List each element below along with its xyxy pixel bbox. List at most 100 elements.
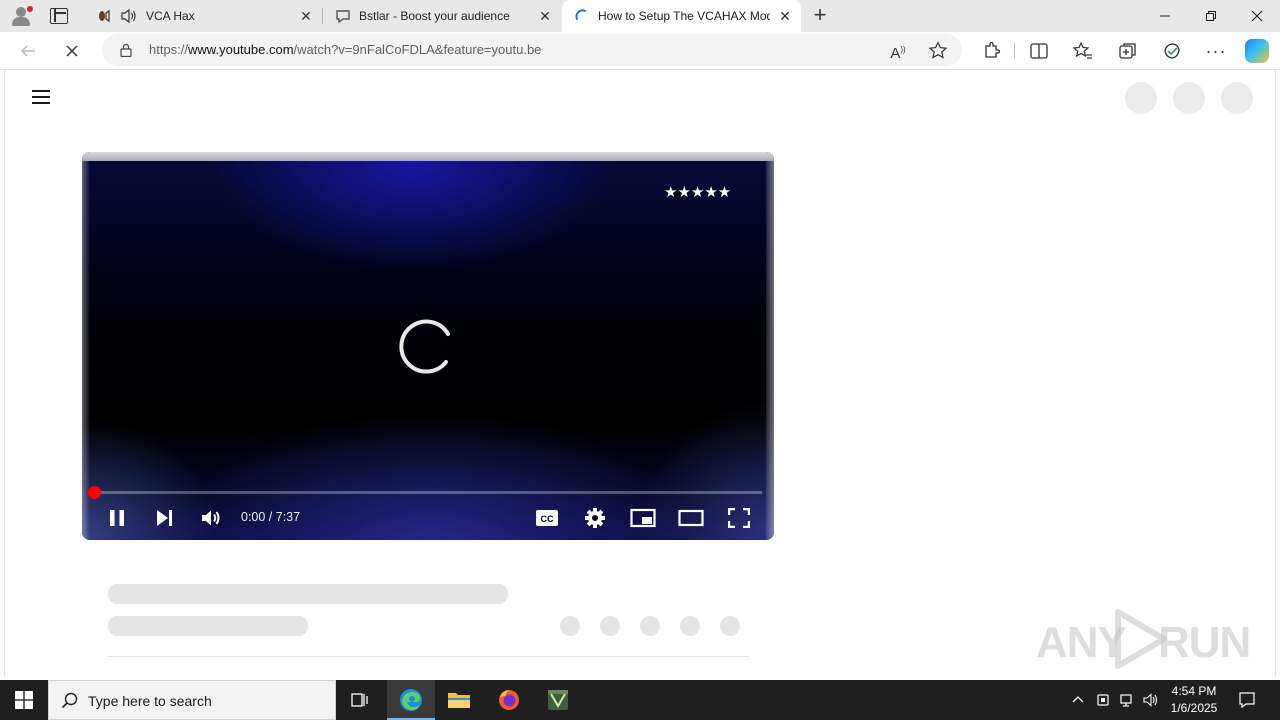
tab-actions-icon[interactable] [50, 8, 68, 24]
progress-scrubber[interactable] [88, 486, 101, 499]
back-button[interactable] [14, 37, 42, 65]
header-placeholder-circle [1173, 82, 1205, 114]
tab-label: Bstlar - Boost your audience [359, 9, 510, 23]
video-frame-edge [82, 161, 90, 540]
close-icon[interactable]: ✕ [298, 8, 314, 24]
folder-icon [448, 693, 470, 708]
task-view-icon [351, 693, 368, 707]
progress-bar[interactable] [94, 491, 762, 494]
toolbar-divider [1014, 43, 1015, 59]
close-icon[interactable]: ✕ [777, 8, 793, 24]
windows-logo-icon [15, 691, 33, 709]
notification-icon[interactable] [1238, 691, 1256, 709]
profile-avatar-icon[interactable] [8, 4, 34, 28]
theater-mode-button[interactable] [677, 504, 705, 532]
tab-vca-hax[interactable]: VCA Hax ✕ [84, 0, 322, 32]
action-skeleton [600, 616, 620, 636]
clock-time: 4:54 PM [1171, 684, 1217, 698]
clock-date: 1/6/2025 [1170, 701, 1218, 715]
read-aloud-icon[interactable]: A)) [888, 41, 908, 62]
captions-button[interactable]: CC [533, 504, 561, 532]
close-icon [66, 45, 78, 57]
video-player[interactable]: ★★★★★ 0:00 / 7:37 CC [82, 152, 774, 540]
next-button[interactable] [150, 504, 178, 532]
minimize-button[interactable] [1142, 0, 1188, 32]
tab-bstlar[interactable]: Bstlar - Boost your audience ✕ [323, 0, 561, 32]
address-bar[interactable]: https://www.youtube.com/watch?v=9nFalCoF… [102, 34, 962, 66]
mute-button[interactable] [197, 504, 225, 532]
loading-spinner-icon [575, 9, 586, 20]
tab-label: VCA Hax [146, 9, 195, 23]
windows-taskbar: Type here to search 4:54 PM 1/6/2025 [0, 680, 1280, 720]
channel-skeleton [108, 616, 308, 636]
tab-strip: VCA Hax ✕ Bstlar - Boost your audience ✕… [0, 0, 1280, 32]
header-placeholder-circle [1125, 82, 1157, 114]
system-clock[interactable]: 4:54 PM 1/6/2025 [1162, 683, 1226, 717]
gear-icon [585, 508, 605, 528]
action-skeleton [720, 616, 740, 636]
browser-essentials-icon[interactable] [1161, 40, 1183, 62]
tab-youtube-video[interactable]: How to Setup The VCAHAX Mod ✕ [562, 0, 801, 32]
theater-mode-icon [678, 509, 704, 527]
split-screen-icon[interactable] [1028, 40, 1050, 62]
title-skeleton [108, 584, 508, 604]
pause-icon [110, 510, 124, 526]
svg-text:CC: CC [541, 514, 554, 524]
search-placeholder: Type here to search [88, 693, 212, 709]
favorite-star-icon[interactable] [928, 41, 948, 59]
content-divider [108, 656, 749, 657]
menu-icon[interactable] [32, 90, 50, 104]
video-frame-edge [766, 161, 774, 540]
volume-icon[interactable] [1143, 692, 1159, 708]
taskbar-file-explorer[interactable] [435, 680, 483, 720]
search-icon [61, 692, 78, 709]
miniplayer-icon [630, 508, 656, 528]
restore-button[interactable] [1188, 0, 1234, 32]
settings-button[interactable] [581, 504, 609, 532]
firefox-icon [499, 690, 519, 710]
collections-icon[interactable] [1117, 40, 1139, 62]
edge-browser-icon [400, 689, 422, 711]
app-icon [548, 690, 568, 710]
restore-icon [1206, 11, 1216, 21]
close-icon [1251, 10, 1263, 22]
taskbar-search-box[interactable]: Type here to search [48, 680, 336, 720]
new-tab-button[interactable]: + [808, 4, 832, 28]
network-icon[interactable] [1119, 692, 1135, 708]
skip-next-icon [157, 510, 172, 526]
minimize-icon [1160, 15, 1170, 17]
closed-captions-icon: CC [536, 510, 558, 526]
favorites-icon[interactable] [1072, 40, 1094, 62]
taskbar-edge[interactable] [387, 680, 435, 720]
extensions-icon[interactable] [980, 40, 1002, 62]
url-text: https://www.youtube.com/watch?v=9nFalCoF… [149, 42, 542, 57]
close-icon[interactable]: ✕ [537, 8, 553, 24]
start-button[interactable] [0, 680, 48, 720]
chevron-up-icon [1072, 696, 1084, 703]
page-viewport: ★★★★★ 0:00 / 7:37 CC [4, 70, 1276, 676]
volume-icon [202, 510, 220, 526]
pause-button[interactable] [103, 504, 131, 532]
task-view-button[interactable] [336, 680, 384, 720]
show-hidden-icons-button[interactable] [1070, 692, 1086, 708]
rating-stars: ★★★★★ [664, 183, 732, 201]
tray-device-icon[interactable] [1095, 692, 1111, 708]
lock-icon[interactable] [120, 43, 132, 57]
stop-loading-button[interactable] [58, 37, 86, 65]
taskbar-vcahax-app[interactable] [534, 680, 582, 720]
tab-label: How to Setup The VCAHAX Mod [598, 9, 770, 23]
taskbar-firefox[interactable] [485, 680, 533, 720]
fullscreen-button[interactable] [725, 504, 753, 532]
action-skeleton [560, 616, 580, 636]
close-window-button[interactable] [1234, 0, 1280, 32]
browser-toolbar: https://www.youtube.com/watch?v=9nFalCoF… [0, 32, 1280, 70]
action-skeleton [680, 616, 700, 636]
copilot-icon[interactable] [1245, 39, 1269, 63]
header-placeholder-circle [1221, 82, 1253, 114]
loading-spinner-icon [399, 319, 450, 374]
miniplayer-button[interactable] [629, 504, 657, 532]
video-frame-top-strip [82, 152, 774, 161]
speaker-icon[interactable] [120, 8, 138, 24]
anyrun-watermark: ANY RUN [1032, 604, 1251, 670]
more-options-icon[interactable]: ··· [1205, 40, 1227, 62]
